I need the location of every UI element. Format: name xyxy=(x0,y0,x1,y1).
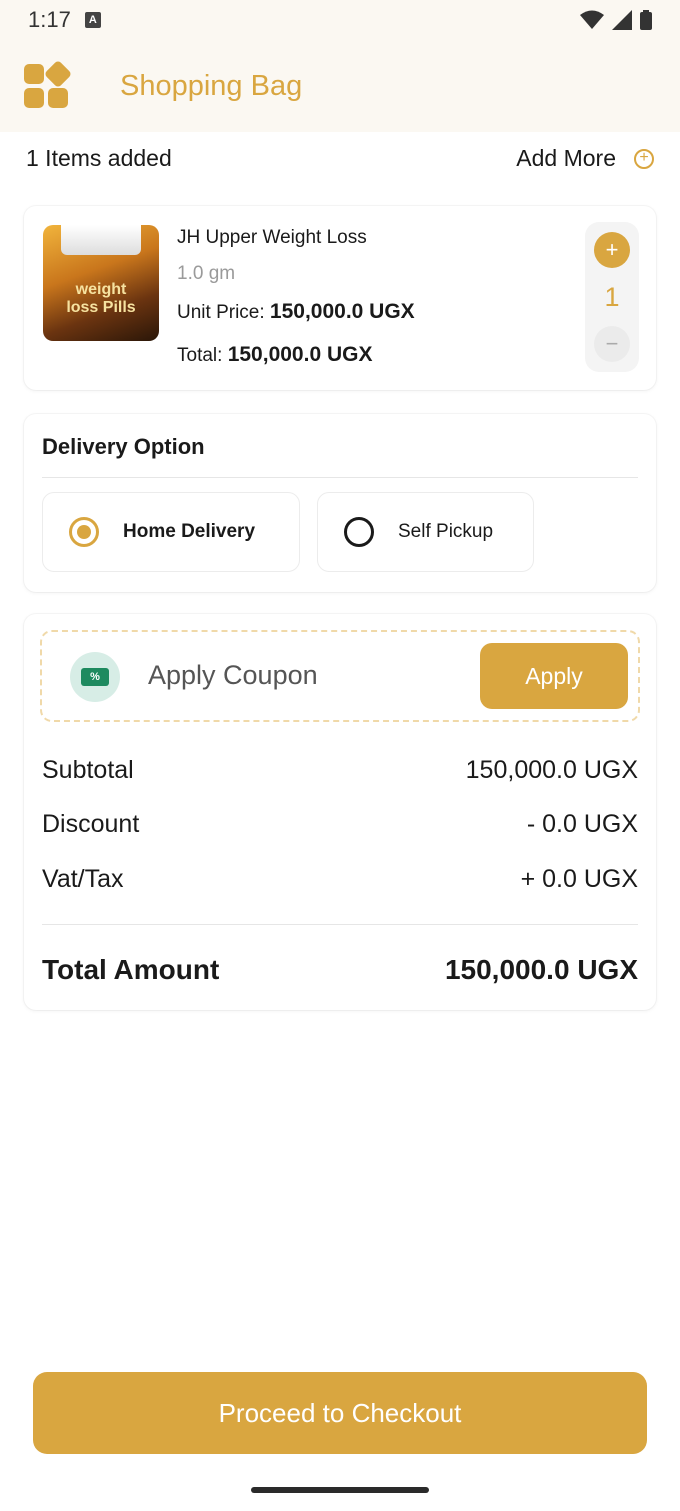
delivery-title: Delivery Option xyxy=(42,434,205,459)
unit-price-label: Unit Price: xyxy=(177,302,265,323)
subtotal-row: Subtotal 150,000.0 UGX xyxy=(42,756,638,785)
product-name: JH Upper Weight Loss xyxy=(177,227,367,248)
coupon-input[interactable]: Apply Coupon xyxy=(148,660,318,691)
discount-row: Discount - 0.0 UGX xyxy=(42,810,638,839)
product-variant: 1.0 gm xyxy=(177,263,236,284)
product-image: weight loss Pills xyxy=(43,225,159,341)
self-pickup-label: Self Pickup xyxy=(398,521,494,542)
cart-item-card: weight loss Pills JH Upper Weight Loss 1… xyxy=(24,206,656,390)
total-amount-value: 150,000.0 UGX xyxy=(444,954,638,985)
home-delivery-label: Home Delivery xyxy=(123,521,256,542)
home-delivery-option[interactable]: Home Delivery xyxy=(42,492,300,572)
app-bar: Shopping Bag xyxy=(0,40,680,132)
notification-badge-icon: A xyxy=(84,12,101,28)
unit-price-value: 150,000.0 UGX xyxy=(269,300,415,323)
battery-icon xyxy=(640,10,652,30)
order-summary-card: % Apply Coupon Apply Subtotal 150,000.0 … xyxy=(24,614,656,1010)
self-pickup-radio[interactable] xyxy=(344,517,374,547)
discount-label: Discount xyxy=(42,810,140,838)
delivery-option-card: Delivery Option Home Delivery Self Picku… xyxy=(24,414,656,592)
divider xyxy=(42,477,638,478)
coupon-field[interactable]: % Apply Coupon Apply xyxy=(40,630,640,722)
coupon-ticket-icon: % xyxy=(70,652,120,702)
vat-row: Vat/Tax + 0.0 UGX xyxy=(42,865,638,894)
product-image-text: weight loss Pills xyxy=(66,281,136,316)
vat-label: Vat/Tax xyxy=(42,865,124,893)
discount-value: - 0.0 UGX xyxy=(526,810,638,838)
quantity-value: 1 xyxy=(604,282,620,312)
subtotal-label: Subtotal xyxy=(42,756,134,784)
home-delivery-radio[interactable] xyxy=(69,517,99,547)
add-more-label: Add More xyxy=(516,145,616,171)
unit-price: Unit Price: 150,000.0 UGX xyxy=(177,300,415,324)
divider xyxy=(42,924,638,925)
page-title: Shopping Bag xyxy=(120,69,303,102)
plus-circle-icon: + xyxy=(634,148,654,169)
status-icons xyxy=(580,10,652,30)
quantity-stepper: + 1 − xyxy=(585,222,639,372)
total-amount-label: Total Amount xyxy=(42,954,220,985)
decrement-button[interactable]: − xyxy=(594,326,630,362)
status-time: 1:17 xyxy=(28,7,71,32)
signal-icon xyxy=(612,10,632,30)
apply-coupon-button[interactable]: Apply xyxy=(480,643,628,709)
total-amount-row: Total Amount 150,000.0 UGX xyxy=(42,954,638,986)
subtotal-value: 150,000.0 UGX xyxy=(465,756,638,784)
status-bar: 1:17 A xyxy=(0,0,680,40)
self-pickup-option[interactable]: Self Pickup xyxy=(317,492,534,572)
item-total-value: 150,000.0 UGX xyxy=(227,343,373,366)
increment-button[interactable]: + xyxy=(594,232,630,268)
cart-header: 1 Items added Add More + xyxy=(26,145,654,172)
item-total-label: Total: xyxy=(177,345,223,366)
items-count-label: 1 Items added xyxy=(26,145,172,171)
item-total: Total: 150,000.0 UGX xyxy=(177,343,372,367)
proceed-to-checkout-button[interactable]: Proceed to Checkout xyxy=(33,1372,647,1454)
home-indicator[interactable] xyxy=(251,1487,429,1493)
grid-logo-icon[interactable] xyxy=(24,59,73,108)
add-more-button[interactable]: Add More + xyxy=(516,145,654,172)
vat-value: + 0.0 UGX xyxy=(520,865,638,893)
wifi-icon xyxy=(580,10,604,29)
